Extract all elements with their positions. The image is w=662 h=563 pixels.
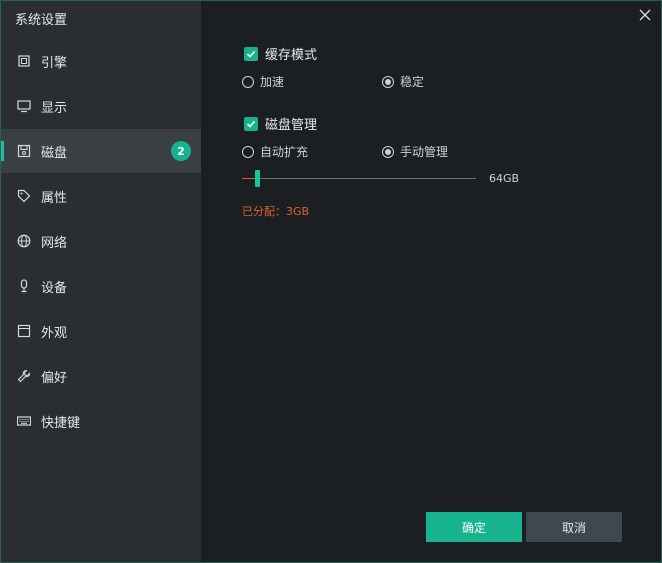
slider-thumb[interactable] <box>255 170 260 187</box>
sidebar: 系统设置 引擎 显示 磁盘 2 属性 网络 设备 外观 偏好 快捷键 <box>1 1 201 562</box>
check-icon <box>244 116 258 131</box>
active-indicator <box>1 141 4 161</box>
sidebar-item-label: 引擎 <box>41 55 68 71</box>
cancel-button[interactable]: 取消 <box>526 512 622 542</box>
sidebar-item-shortcuts[interactable]: 快捷键 <box>1 399 201 443</box>
globe-icon <box>16 233 32 249</box>
slider-fill <box>242 178 255 179</box>
disk-size-slider[interactable] <box>242 170 476 188</box>
window-icon <box>16 323 32 339</box>
confirm-button[interactable]: 确定 <box>426 512 522 542</box>
disk-management-checkbox[interactable]: 磁盘管理 <box>244 114 317 133</box>
radio-label: 自动扩充 <box>260 145 309 159</box>
chip-icon <box>16 53 32 69</box>
sidebar-item-label: 偏好 <box>41 370 68 386</box>
notification-badge: 2 <box>171 141 191 161</box>
sidebar-item-network[interactable]: 网络 <box>1 219 201 263</box>
sidebar-item-appearance[interactable]: 外观 <box>1 309 201 353</box>
monitor-icon <box>16 98 32 114</box>
check-icon <box>244 46 258 61</box>
close-icon[interactable] <box>637 7 653 23</box>
radio-label: 加速 <box>260 75 285 89</box>
slider-track <box>242 178 476 179</box>
cache-mode-label: 缓存模式 <box>265 48 318 63</box>
radio-checked-icon <box>382 145 394 158</box>
radio-auto-expand[interactable]: 自动扩充 <box>242 143 308 160</box>
sidebar-item-label: 网络 <box>41 235 68 251</box>
sidebar-item-devices[interactable]: 设备 <box>1 264 201 308</box>
disk-settings-panel: 缓存模式 加速 稳定 磁盘管理 自动扩充 手动管理 64GB 已分配：3GB 确… <box>201 1 661 562</box>
sidebar-item-label: 显示 <box>41 100 68 116</box>
sidebar-item-disk[interactable]: 磁盘 2 <box>1 129 201 173</box>
sidebar-item-display[interactable]: 显示 <box>1 84 201 128</box>
disk-icon <box>16 143 32 159</box>
window-title: 系统设置 <box>15 13 68 28</box>
radio-label: 稳定 <box>400 75 425 89</box>
sidebar-item-label: 外观 <box>41 325 68 341</box>
radio-label: 手动管理 <box>400 145 449 159</box>
tag-icon <box>16 188 32 204</box>
allocated-text: 已分配：3GB <box>242 205 310 218</box>
radio-unchecked-icon <box>242 75 254 88</box>
slider-max-label: 64GB <box>489 172 520 185</box>
sidebar-item-preferences[interactable]: 偏好 <box>1 354 201 398</box>
sidebar-item-label: 磁盘 <box>41 145 68 161</box>
radio-unchecked-icon <box>242 145 254 158</box>
sidebar-item-properties[interactable]: 属性 <box>1 174 201 218</box>
disk-management-label: 磁盘管理 <box>265 118 318 133</box>
sidebar-item-label: 设备 <box>41 280 68 296</box>
sidebar-item-label: 属性 <box>41 190 68 206</box>
keyboard-icon <box>16 413 32 429</box>
sidebar-item-label: 快捷键 <box>41 415 81 431</box>
settings-window: 系统设置 引擎 显示 磁盘 2 属性 网络 设备 外观 偏好 快捷键 缓存模式 … <box>0 0 662 563</box>
sidebar-item-engine[interactable]: 引擎 <box>1 39 201 83</box>
radio-stable[interactable]: 稳定 <box>382 73 424 90</box>
radio-manual[interactable]: 手动管理 <box>382 143 448 160</box>
wrench-icon <box>16 368 32 384</box>
microphone-icon <box>16 278 32 294</box>
radio-accelerate[interactable]: 加速 <box>242 73 284 90</box>
cache-mode-checkbox[interactable]: 缓存模式 <box>244 44 317 63</box>
radio-checked-icon <box>382 75 394 88</box>
